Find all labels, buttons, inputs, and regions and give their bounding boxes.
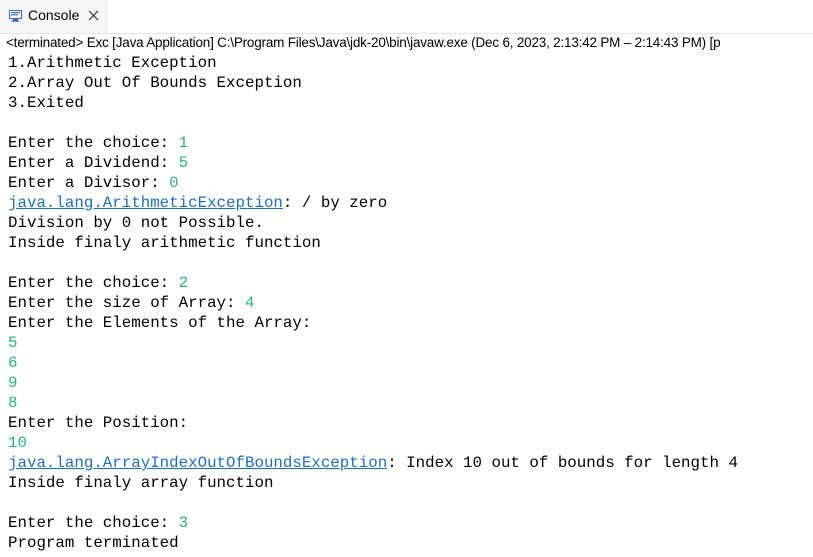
console-prompt: Enter a Divisor: — [8, 174, 170, 192]
console-prompt: Enter the choice: — [8, 274, 179, 292]
console-text: 3.Exited — [8, 94, 84, 112]
console-line: Enter the Elements of the Array: — [8, 313, 311, 333]
console-line: Enter the choice: 3 — [8, 513, 188, 533]
exception-message: : Index 10 out of bounds for length 4 — [387, 454, 738, 472]
console-prompt: Enter the Elements of the Array: — [8, 314, 312, 332]
console-line: 1.Arithmetic Exception — [8, 53, 217, 73]
process-status-bar: <terminated> Exc [Java Application] C:\P… — [0, 33, 813, 52]
console-line: java.lang.ArrayIndexOutOfBoundsException… — [8, 453, 738, 473]
user-input: 6 — [8, 354, 18, 372]
console-text: Inside finaly arithmetic function — [8, 234, 321, 252]
console-text: 1.Arithmetic Exception — [8, 54, 217, 72]
console-text: 2.Array Out Of Bounds Exception — [8, 74, 302, 92]
console-line: 9 — [8, 373, 17, 393]
console-line: 10 — [8, 433, 27, 453]
user-input: 5 — [178, 154, 189, 172]
console-line: Enter the choice: 2 — [8, 273, 188, 293]
console-prompt: Enter the size of Array: — [8, 294, 245, 312]
console-line: 6 — [8, 353, 17, 373]
user-input: 4 — [245, 294, 255, 312]
process-status-text: <terminated> Exc [Java Application] C:\P… — [6, 35, 721, 50]
console-line: 8 — [8, 393, 17, 413]
console-text: Program terminated — [8, 534, 179, 552]
console-line: Enter the Position: — [8, 413, 188, 433]
console-line: Enter the choice: 1 — [8, 133, 188, 153]
console-prompt: Enter the Position: — [8, 414, 189, 432]
user-input: 1 — [178, 134, 189, 152]
console-output[interactable]: 1.Arithmetic Exception 2.Array Out Of Bo… — [0, 53, 813, 557]
tab-console[interactable]: Console — [0, 0, 107, 33]
console-line: java.lang.ArithmeticException: / by zero — [8, 193, 387, 213]
user-input: 0 — [169, 174, 179, 192]
console-prompt: Enter a Dividend: — [8, 154, 179, 172]
exception-link[interactable]: java.lang.ArrayIndexOutOfBoundsException — [8, 454, 387, 472]
user-input: 5 — [8, 334, 18, 352]
console-line: Program terminated — [8, 533, 179, 553]
user-input: 8 — [8, 394, 18, 412]
tab-console-label: Console — [28, 7, 80, 23]
view-tab-bar: Console — [0, 0, 813, 33]
user-input: 9 — [8, 374, 18, 392]
console-prompt: Enter the choice: — [8, 134, 179, 152]
exception-message: : / by zero — [282, 194, 388, 212]
console-line: Enter a Dividend: 5 — [8, 153, 188, 173]
close-icon[interactable] — [88, 10, 99, 21]
console-line: Inside finaly array function — [8, 473, 273, 493]
console-line: Enter the size of Array: 4 — [8, 293, 254, 313]
console-line: Enter a Divisor: 0 — [8, 173, 179, 193]
console-icon — [9, 10, 22, 22]
exception-link[interactable]: java.lang.ArithmeticException — [8, 194, 283, 212]
user-input: 10 — [8, 434, 27, 452]
console-line: 3.Exited — [8, 93, 84, 113]
console-line: 2.Array Out Of Bounds Exception — [8, 73, 302, 93]
user-input: 3 — [178, 514, 189, 532]
console-line: Inside finaly arithmetic function — [8, 233, 321, 253]
console-text: Inside finaly array function — [8, 474, 274, 492]
console-line: 5 — [8, 333, 17, 353]
console-line: Division by 0 not Possible. — [8, 213, 264, 233]
console-prompt: Enter the choice: — [8, 514, 179, 532]
console-text: Division by 0 not Possible. — [8, 214, 264, 232]
user-input: 2 — [178, 274, 189, 292]
